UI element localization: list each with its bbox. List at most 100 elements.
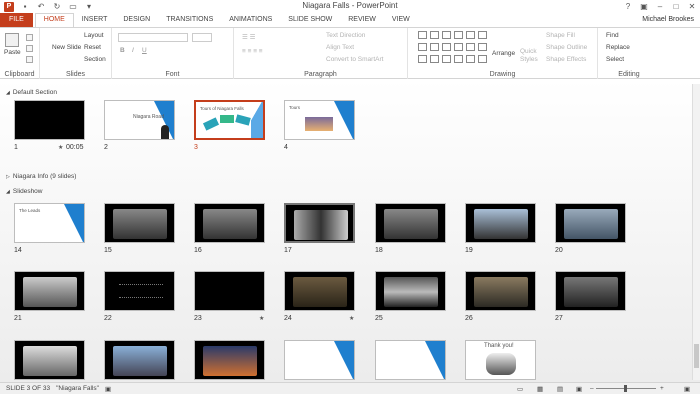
new-slide-button[interactable]: New Slide bbox=[52, 44, 81, 51]
close-icon[interactable]: ✕ bbox=[684, 0, 700, 13]
slide-sorter-icon[interactable]: ▦ bbox=[537, 385, 543, 393]
slide-thumbnail-20[interactable] bbox=[555, 203, 626, 243]
tab-design[interactable]: DESIGN bbox=[115, 13, 158, 27]
tab-slide-show[interactable]: SLIDE SHOW bbox=[280, 13, 340, 27]
transition-icon: ★ bbox=[58, 145, 64, 151]
align-icon[interactable]: ≡ ≡ ≡ ≡ bbox=[242, 48, 263, 55]
section-button[interactable]: Section bbox=[84, 56, 106, 63]
paste-button[interactable]: Paste bbox=[4, 33, 21, 56]
format-painter-icon[interactable] bbox=[26, 56, 33, 63]
shapes-gallery[interactable] bbox=[418, 31, 487, 65]
slide-counter: SLIDE 3 OF 33 bbox=[6, 385, 51, 392]
underline-button[interactable]: U bbox=[142, 47, 147, 54]
vertical-scrollbar[interactable] bbox=[692, 84, 700, 380]
smartart-arrow bbox=[220, 115, 234, 123]
scrollbar-thumb[interactable] bbox=[694, 344, 699, 368]
shape-fill-button[interactable]: Shape Fill bbox=[546, 32, 575, 39]
section-default[interactable]: ◢ Default Section bbox=[6, 89, 57, 96]
text-direction-button[interactable]: Text Direction bbox=[326, 32, 365, 39]
user-account[interactable]: Michael Brookes bbox=[642, 13, 694, 27]
slide-thumbnail-25[interactable] bbox=[375, 271, 446, 311]
quick-styles-button[interactable]: Quick Styles bbox=[520, 48, 542, 64]
slide-thumbnail-23[interactable] bbox=[194, 271, 265, 311]
convert-smartart-button[interactable]: Convert to SmartArt bbox=[326, 56, 383, 63]
slide-thumbnail-3[interactable]: Tours of Niagara Falls bbox=[194, 100, 265, 140]
reset-button[interactable]: Reset bbox=[84, 44, 101, 51]
slide-thumbnail-2[interactable]: Niagara Road bbox=[104, 100, 175, 140]
section-niagara-info[interactable]: ▷ Niagara Info (9 slides) bbox=[6, 173, 76, 180]
slide-thumbnail-33[interactable]: Thank you! bbox=[465, 340, 536, 380]
slide-thumbnail-28[interactable] bbox=[14, 340, 85, 380]
save-icon[interactable]: ▪ bbox=[20, 2, 30, 12]
slide-thumbnail-16[interactable] bbox=[194, 203, 265, 243]
align-text-button[interactable]: Align Text bbox=[326, 44, 354, 51]
slideshow-view-icon[interactable]: ▣ bbox=[576, 385, 582, 393]
cut-icon[interactable] bbox=[26, 34, 33, 41]
zoom-out-icon[interactable]: – bbox=[590, 385, 594, 392]
fit-slide-icon[interactable]: ▣ bbox=[684, 385, 690, 393]
slide-photo bbox=[293, 277, 347, 307]
zoom-knob[interactable] bbox=[624, 385, 627, 392]
undo-icon[interactable]: ↶ bbox=[36, 2, 46, 12]
slide-thumbnail-15[interactable] bbox=[104, 203, 175, 243]
reading-view-icon[interactable]: ▤ bbox=[557, 385, 563, 393]
find-button[interactable]: Find bbox=[606, 32, 619, 39]
slide-photo bbox=[384, 277, 438, 307]
slide-thumbnail-19[interactable] bbox=[465, 203, 536, 243]
zoom-slider[interactable] bbox=[596, 385, 656, 392]
slide-thumbnail-29[interactable] bbox=[104, 340, 175, 380]
layout-button[interactable]: Layout bbox=[84, 32, 104, 39]
slide-thumbnail-1[interactable] bbox=[14, 100, 85, 140]
slide-thumbnail-14[interactable]: The Leads bbox=[14, 203, 85, 243]
slide-number: 16 bbox=[194, 247, 202, 254]
redo-icon[interactable]: ↻ bbox=[52, 2, 62, 12]
tab-file[interactable]: FILE bbox=[0, 13, 33, 27]
slide-thumbnail-30[interactable] bbox=[194, 340, 265, 380]
shape-outline-button[interactable]: Shape Outline bbox=[546, 44, 587, 51]
tab-review[interactable]: REVIEW bbox=[340, 13, 384, 27]
italic-button[interactable]: I bbox=[132, 47, 134, 54]
shape-effects-button[interactable]: Shape Effects bbox=[546, 56, 586, 63]
slide-number: 15 bbox=[104, 247, 112, 254]
slide-thumbnail-31[interactable] bbox=[284, 340, 355, 380]
slide-thumbnail-21[interactable] bbox=[14, 271, 85, 311]
font-name-box[interactable] bbox=[118, 33, 188, 42]
bold-button[interactable]: B bbox=[120, 47, 125, 54]
theme-name: "Niagara Falls" bbox=[56, 385, 99, 392]
slide-thumbnail-18[interactable] bbox=[375, 203, 446, 243]
ribbon-display-icon[interactable]: ▣ bbox=[636, 0, 652, 13]
start-slideshow-icon[interactable]: ▭ bbox=[68, 2, 78, 12]
select-button[interactable]: Select bbox=[606, 56, 624, 63]
replace-button[interactable]: Replace bbox=[606, 44, 630, 51]
maximize-icon[interactable]: □ bbox=[668, 0, 684, 13]
spellcheck-icon[interactable]: ▣ bbox=[105, 385, 111, 393]
tab-animations[interactable]: ANIMATIONS bbox=[221, 13, 280, 27]
slide-thumbnail-27[interactable] bbox=[555, 271, 626, 311]
slide-number: 25 bbox=[375, 315, 383, 322]
copy-icon[interactable] bbox=[26, 45, 33, 52]
slide-thumbnail-22[interactable] bbox=[104, 271, 175, 311]
tab-transitions[interactable]: TRANSITIONS bbox=[158, 13, 221, 27]
customize-qat-icon[interactable]: ▾ bbox=[84, 2, 94, 12]
powerpoint-logo-icon: P bbox=[4, 1, 14, 12]
tab-insert[interactable]: INSERT bbox=[74, 13, 116, 27]
editing-group: Find Replace Select Editing bbox=[598, 28, 660, 79]
zoom-in-icon[interactable]: + bbox=[660, 385, 664, 392]
slide-thumbnail-4[interactable]: Tours bbox=[284, 100, 355, 140]
tab-view[interactable]: VIEW bbox=[384, 13, 418, 27]
arrange-button[interactable]: Arrange bbox=[492, 50, 515, 57]
help-icon[interactable]: ? bbox=[620, 0, 636, 13]
slide-thumbnail-17[interactable] bbox=[284, 203, 355, 243]
normal-view-icon[interactable]: ▭ bbox=[517, 385, 523, 393]
section-slideshow[interactable]: ◢ Slideshow bbox=[6, 188, 43, 195]
tab-home[interactable]: HOME bbox=[34, 13, 74, 27]
slide-thumbnail-32[interactable] bbox=[375, 340, 446, 380]
font-size-box[interactable] bbox=[192, 33, 212, 42]
slide-thumbnail-24[interactable] bbox=[284, 271, 355, 311]
window-controls: ? ▣ – □ ✕ bbox=[620, 0, 700, 13]
title-bar: P ▪ ↶ ↻ ▭ ▾ Niagara Falls - PowerPoint ?… bbox=[0, 0, 700, 13]
slides-group: New Slide Layout Reset Section Slides bbox=[40, 28, 112, 79]
minimize-icon[interactable]: – bbox=[652, 0, 668, 13]
slide-thumbnail-26[interactable] bbox=[465, 271, 536, 311]
bullets-icon[interactable]: ☰ ☰ bbox=[242, 33, 255, 41]
